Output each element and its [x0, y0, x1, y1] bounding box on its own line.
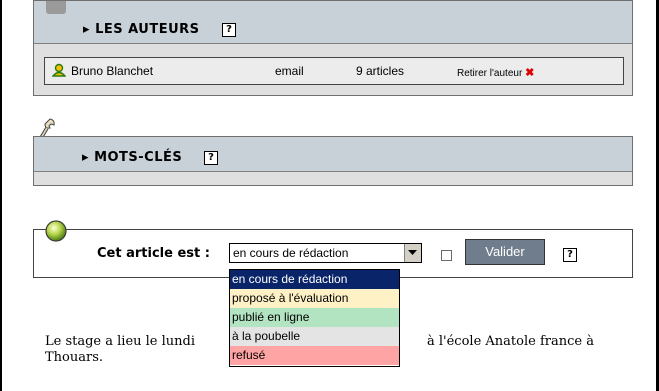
mots-cles-header: ▸ MOTS-CLÉS ?	[34, 137, 632, 172]
chevron-down-icon	[408, 250, 417, 255]
window-left-border	[0, 0, 2, 391]
status-option[interactable]: publié en ligne	[230, 308, 399, 327]
help-icon[interactable]: ?	[204, 151, 218, 165]
author-row: Bruno Blanchet email 9 articles Retirer …	[44, 57, 624, 85]
status-option[interactable]: en cours de rédaction	[230, 270, 399, 289]
status-ball-icon	[45, 220, 67, 242]
status-checkbox[interactable]	[441, 250, 452, 261]
status-label: Cet article est :	[97, 246, 210, 261]
article-text: Le stage a lieu le lundi à l'école Anato…	[45, 334, 645, 366]
status-selected-value: en cours de rédaction	[233, 246, 349, 260]
help-icon[interactable]: ?	[222, 23, 236, 37]
auteurs-header: ▸ LES AUTEURS ?	[34, 1, 632, 44]
mots-cles-section: ▸ MOTS-CLÉS ?	[33, 136, 633, 186]
folder-icon	[46, 1, 66, 14]
article-text-line1-right: à l'école Anatole france à	[427, 334, 594, 349]
mots-cles-toggle[interactable]: ▸ MOTS-CLÉS	[82, 150, 182, 165]
user-icon	[52, 63, 66, 77]
author-name[interactable]: Bruno Blanchet	[71, 64, 153, 78]
auteurs-toggle[interactable]: ▸ LES AUTEURS	[83, 22, 200, 37]
author-email-link[interactable]: email	[275, 64, 304, 78]
article-text-line1-left: Le stage a lieu le lundi	[45, 334, 196, 349]
status-option[interactable]: proposé à l'évaluation	[230, 289, 399, 308]
auteurs-section: ▸ LES AUTEURS ? Bruno Blanchet email 9 a…	[33, 0, 633, 96]
remove-author-link[interactable]: Retirer l'auteur ✖	[457, 66, 534, 79]
author-article-count: 9 articles	[356, 64, 405, 78]
article-text-line2: Thouars.	[45, 350, 104, 365]
valider-button[interactable]: Valider	[465, 239, 545, 265]
dropdown-arrow[interactable]	[404, 244, 421, 262]
help-icon[interactable]: ?	[563, 248, 577, 262]
auteurs-title: LES AUTEURS	[95, 22, 200, 37]
mots-cles-title: MOTS-CLÉS	[94, 150, 183, 165]
close-icon: ✖	[525, 67, 535, 79]
status-select[interactable]: en cours de rédaction	[229, 243, 422, 263]
remove-author-label: Retirer l'auteur	[457, 68, 523, 79]
